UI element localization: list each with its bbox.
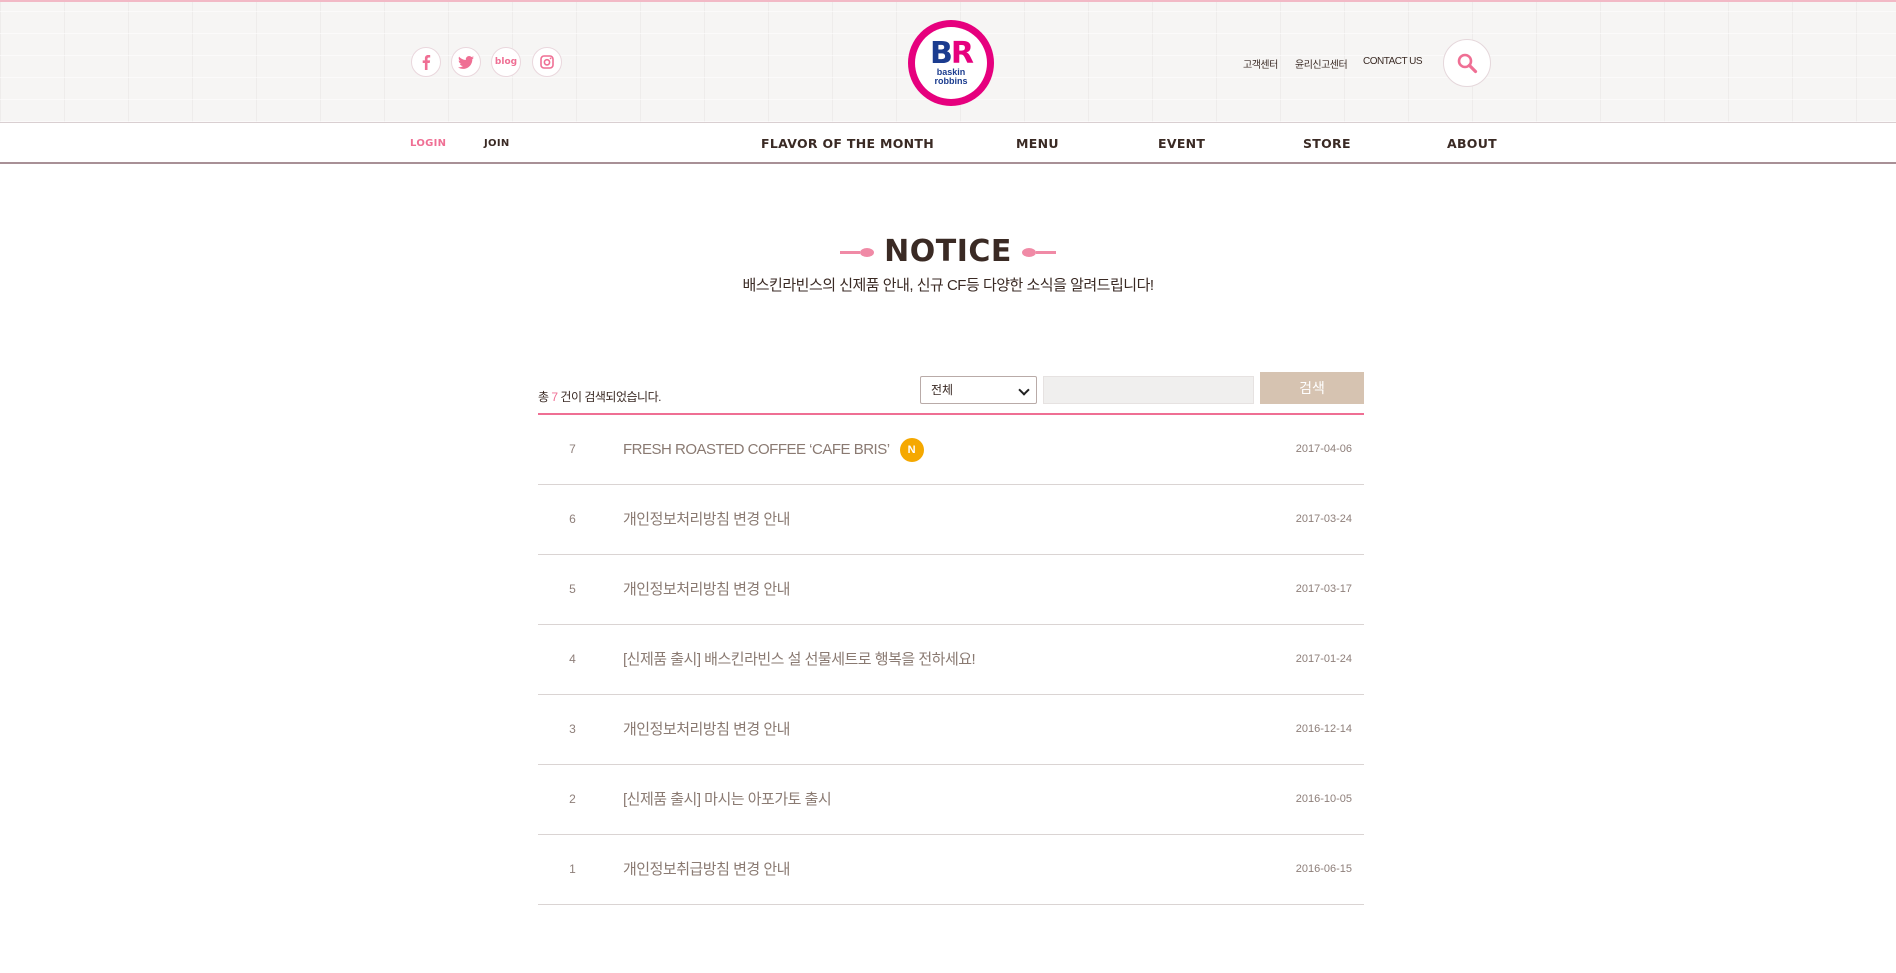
search-icon[interactable] [1443, 39, 1491, 87]
notice-date: 2017-04-06 [1295, 443, 1352, 455]
page-title: NOTICE [884, 234, 1012, 269]
notice-number: 1 [569, 862, 576, 876]
notice-date: 2017-03-17 [1295, 583, 1352, 595]
notice-number: 5 [569, 582, 576, 596]
nav-about[interactable]: ABOUT [1447, 136, 1497, 151]
count-number: 7 [551, 390, 558, 404]
notice-number: 7 [569, 442, 576, 456]
notice-date: 2017-01-24 [1295, 653, 1352, 665]
search-input[interactable] [1043, 376, 1254, 404]
site-header: blog BR baskin robbins 고객센터 윤리신고센터 CONTA… [0, 2, 1896, 122]
twitter-icon[interactable] [451, 47, 481, 77]
notice-list: 7 FRESH ROASTED COFFEE ‘CAFE BRIS’ N 2017… [538, 413, 1364, 905]
chevron-down-icon [1018, 384, 1030, 396]
ethics-report-link[interactable]: 윤리신고센터 [1295, 56, 1348, 71]
spoon-right-icon [1021, 247, 1056, 257]
nav-event[interactable]: EVENT [1158, 136, 1205, 151]
blog-label: blog [494, 57, 518, 67]
baskin-robbins-logo[interactable]: BR baskin robbins [908, 20, 994, 106]
spoon-left-icon [840, 247, 875, 257]
notice-row[interactable]: 2 [신제품 출시] 마시는 아포가토 출시 2016-10-05 [538, 765, 1364, 835]
nav-store[interactable]: STORE [1303, 136, 1351, 151]
notice-number: 2 [569, 792, 576, 806]
notice-title[interactable]: FRESH ROASTED COFFEE ‘CAFE BRIS’ N [623, 415, 924, 484]
logo-mark: BR [930, 39, 974, 69]
notice-date: 2016-12-14 [1295, 723, 1352, 735]
page-subtitle: 배스킨라빈스의 신제품 안내, 신규 CF등 다양한 소식을 알려드립니다! [742, 277, 1154, 294]
notice-date: 2017-03-24 [1295, 513, 1352, 525]
notice-title-text: FRESH ROASTED COFFEE ‘CAFE BRIS’ [623, 441, 890, 458]
notice-row[interactable]: 4 [신제품 출시] 배스킨라빈스 설 선물세트로 행복을 전하세요! 2017… [538, 625, 1364, 695]
notice-row[interactable]: 7 FRESH ROASTED COFFEE ‘CAFE BRIS’ N 2017… [538, 415, 1364, 485]
contact-us-link[interactable]: CONTACT US [1363, 56, 1423, 67]
nav-menu[interactable]: MENU [1016, 136, 1059, 151]
notice-row[interactable]: 1 개인정보취급방침 변경 안내 2016-06-15 [538, 835, 1364, 905]
notice-row[interactable]: 5 개인정보처리방침 변경 안내 2017-03-17 [538, 555, 1364, 625]
result-count: 총 7 건이 검색되었습니다. [538, 388, 661, 405]
search-category-select[interactable]: 전체 [920, 376, 1037, 404]
facebook-icon[interactable] [411, 47, 441, 77]
notice-title[interactable]: 개인정보처리방침 변경 안내 [623, 555, 790, 624]
notice-number: 4 [569, 652, 576, 666]
new-badge: N [899, 438, 924, 463]
count-prefix: 총 [538, 390, 549, 404]
notice-title[interactable]: 개인정보취급방침 변경 안내 [623, 835, 790, 904]
join-link[interactable]: JOIN [484, 138, 510, 149]
instagram-icon[interactable] [532, 47, 562, 77]
nav-flavor-of-the-month[interactable]: FLAVOR OF THE MONTH [761, 136, 934, 151]
notice-row[interactable]: 3 개인정보처리방침 변경 안내 2016-12-14 [538, 695, 1364, 765]
notice-date: 2016-10-05 [1295, 793, 1352, 805]
page-title-block: NOTICE [0, 234, 1896, 270]
notice-number: 3 [569, 722, 576, 736]
logo-inner: BR baskin robbins [915, 27, 987, 99]
notice-row[interactable]: 6 개인정보처리방침 변경 안내 2017-03-24 [538, 485, 1364, 555]
logo-mark-b: B [930, 36, 953, 71]
login-link[interactable]: LOGIN [410, 138, 446, 149]
notice-title[interactable]: 개인정보처리방침 변경 안내 [623, 485, 790, 554]
logo-mark-r: R [950, 36, 974, 71]
search-button[interactable]: 검색 [1260, 372, 1364, 404]
count-suffix: 건이 검색되었습니다. [560, 390, 661, 404]
notice-title[interactable]: 개인정보처리방침 변경 안내 [623, 695, 790, 764]
notice-title[interactable]: [신제품 출시] 마시는 아포가토 출시 [623, 765, 832, 834]
main-navigation: LOGIN JOIN FLAVOR OF THE MONTH MENU EVEN… [0, 122, 1896, 164]
blog-icon[interactable]: blog [491, 47, 521, 77]
logo-text-robbins: robbins [934, 76, 968, 86]
customer-center-link[interactable]: 고객센터 [1243, 56, 1278, 71]
notice-date: 2016-06-15 [1295, 863, 1352, 875]
select-value: 전체 [931, 383, 954, 397]
notice-title[interactable]: [신제품 출시] 배스킨라빈스 설 선물세트로 행복을 전하세요! [623, 625, 976, 694]
notice-number: 6 [569, 512, 576, 526]
